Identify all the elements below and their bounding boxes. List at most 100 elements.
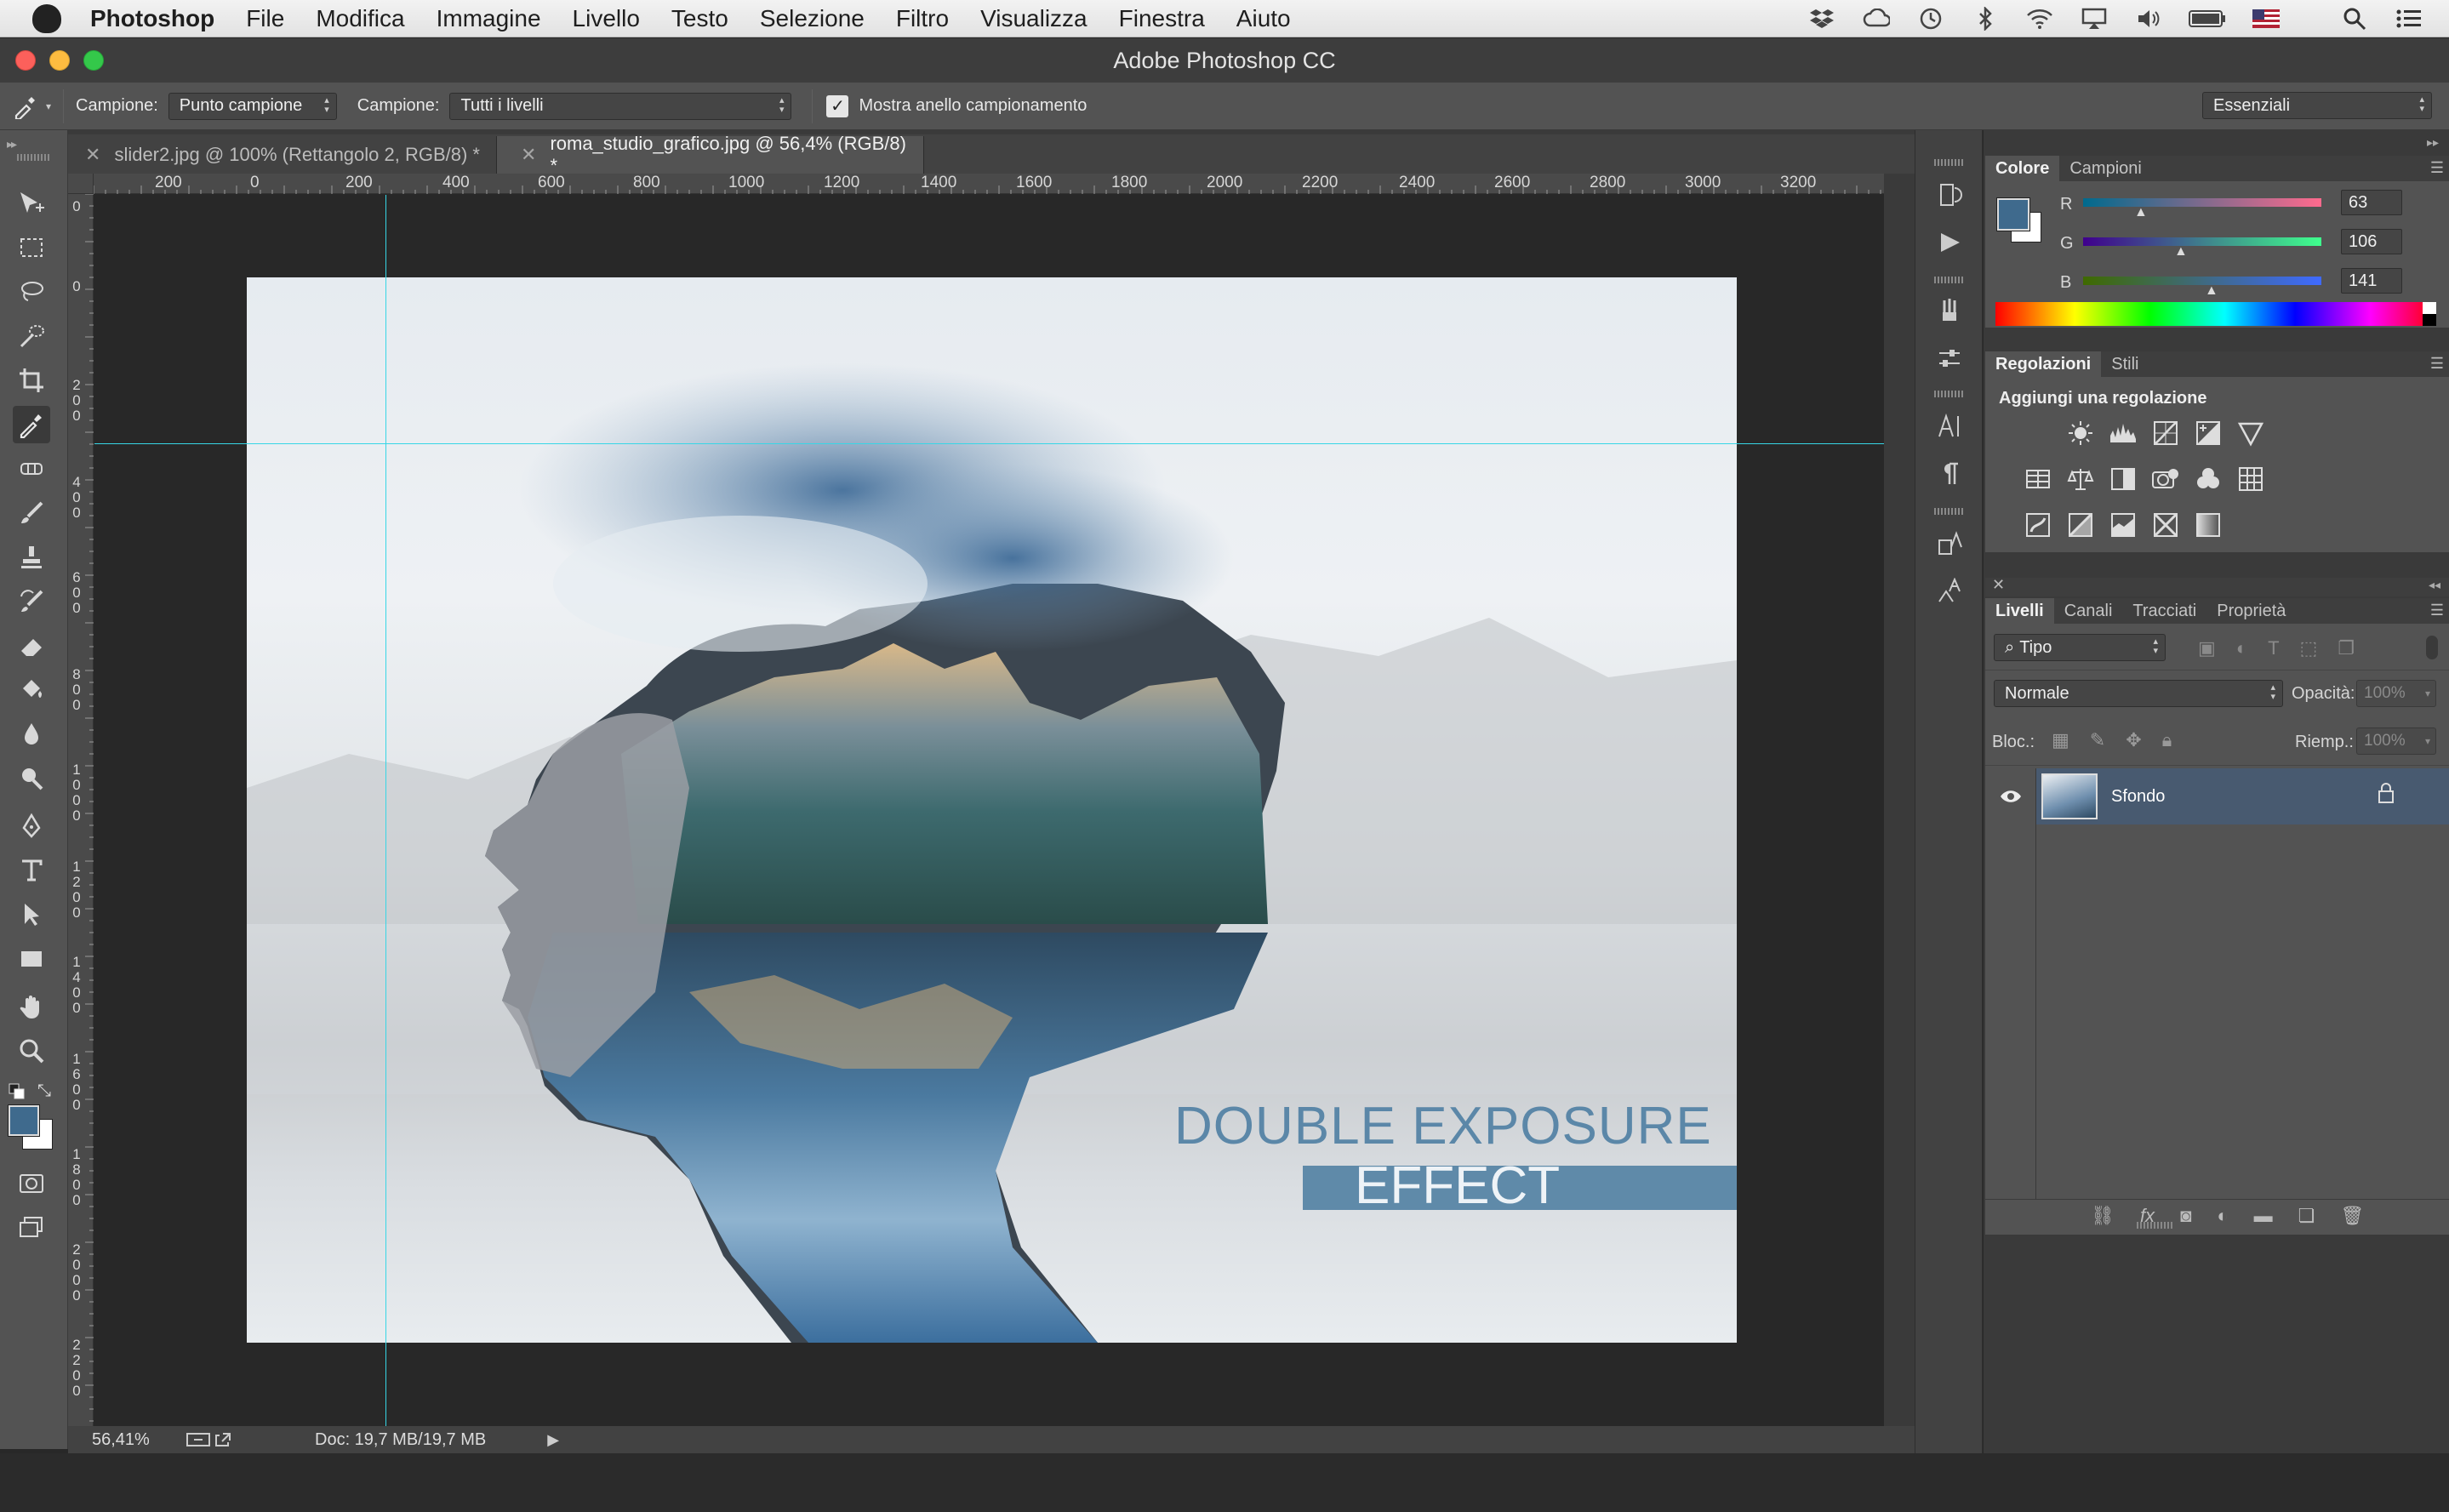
tab-regolazioni[interactable]: Regolazioni — [1985, 351, 2102, 377]
add-mask-icon[interactable]: ◙ — [2180, 1205, 2191, 1227]
move-tool-icon[interactable] — [13, 185, 50, 222]
channel-b-thumb-icon[interactable]: ▲ — [2205, 283, 2218, 299]
notification-center-icon[interactable] — [2395, 7, 2423, 31]
hue-saturation-icon[interactable] — [2021, 462, 2055, 496]
hand-tool-icon[interactable] — [13, 988, 50, 1025]
tab-colore[interactable]: Colore — [1985, 156, 2060, 181]
rectangle-tool-icon[interactable] — [13, 940, 50, 978]
history-panel-icon[interactable] — [1932, 178, 1967, 212]
photo-filter-icon[interactable] — [2149, 462, 2183, 496]
path-selection-tool-icon[interactable] — [13, 896, 50, 933]
horizontal-ruler[interactable]: 200 0 200 400 600 800 1000 1200 1400 160… — [94, 174, 1884, 194]
tool-presets-icon[interactable] — [1932, 294, 1967, 328]
apple-logo-icon[interactable] — [32, 3, 61, 33]
layer-visibility-eye-icon[interactable] — [1985, 768, 2036, 824]
icon-column-grip[interactable] — [1934, 277, 1965, 283]
channel-b-slider[interactable] — [2083, 277, 2321, 285]
swap-colors-icon[interactable]: ⤡ — [37, 1081, 51, 1101]
lock-image-icon[interactable]: ✎ — [2090, 729, 2105, 751]
vibrance-icon[interactable] — [2234, 416, 2268, 450]
channel-g-thumb-icon[interactable]: ▲ — [2174, 244, 2188, 260]
brush-presets-icon[interactable] — [1932, 341, 1967, 375]
rectangular-marquee-tool-icon[interactable] — [13, 229, 50, 266]
menu-selezione[interactable]: Selezione — [760, 5, 865, 32]
vertical-scrollbar[interactable] — [1884, 174, 1915, 1426]
channel-mixer-icon[interactable] — [2191, 462, 2225, 496]
foreground-color-swatch[interactable] — [8, 1104, 40, 1137]
collapse-panels-icon[interactable]: ▸▸ — [2427, 135, 2439, 150]
bluetooth-icon[interactable] — [1971, 7, 2000, 31]
curves-icon[interactable] — [2149, 416, 2183, 450]
close-panel-icon[interactable]: ✕ — [1992, 576, 2005, 594]
menu-finestra[interactable]: Finestra — [1119, 5, 1205, 32]
panel-menu-icon[interactable]: ☰ — [2430, 355, 2444, 373]
actions-panel-icon[interactable] — [1932, 225, 1967, 260]
input-source-flag-icon[interactable] — [2252, 7, 2281, 31]
layer-filter-select[interactable]: ⌕ Tipo — [1994, 634, 2166, 661]
collapse-tools-icon[interactable]: ▸▸ — [7, 137, 17, 151]
type-tool-icon[interactable] — [13, 852, 50, 889]
lock-all-icon[interactable]: 🔒︎ — [2162, 729, 2172, 751]
channel-b-value[interactable]: 141 — [2341, 268, 2402, 294]
quick-selection-tool-icon[interactable] — [13, 317, 50, 355]
menu-testo[interactable]: Testo — [671, 5, 728, 32]
tools-grip[interactable] — [17, 154, 51, 161]
layer-lock-icon[interactable] — [2377, 782, 2395, 804]
sample-layers-select[interactable]: Tutti i livelli — [449, 92, 792, 120]
invert-icon[interactable] — [2021, 508, 2055, 542]
dropbox-icon[interactable] — [1807, 7, 1836, 31]
blur-tool-icon[interactable] — [13, 716, 50, 753]
selective-color-icon[interactable] — [2149, 508, 2183, 542]
pen-tool-icon[interactable] — [13, 807, 50, 845]
airplay-icon[interactable] — [2080, 7, 2109, 31]
filter-smart-object-icon[interactable]: ❐ — [2338, 637, 2355, 659]
icon-column-grip[interactable] — [1934, 508, 1965, 515]
channel-g-slider[interactable] — [2083, 237, 2321, 246]
character-styles-icon[interactable] — [1932, 527, 1967, 561]
minimize-window-button[interactable] — [49, 50, 70, 71]
default-colors-icon[interactable] — [9, 1083, 26, 1100]
document-size[interactable]: Doc: 19,7 MB/19,7 MB — [315, 1430, 486, 1450]
blend-mode-select[interactable]: Normale — [1994, 680, 2283, 707]
show-ring-checkbox[interactable]: ✓ — [826, 94, 849, 117]
close-window-button[interactable] — [15, 50, 36, 71]
eraser-tool-icon[interactable] — [13, 627, 50, 665]
menu-livello[interactable]: Livello — [573, 5, 640, 32]
threshold-icon[interactable] — [2106, 508, 2140, 542]
tab-tracciati[interactable]: Tracciati — [2122, 598, 2206, 624]
vertical-guide[interactable] — [385, 195, 386, 1426]
gradient-map-icon[interactable] — [2191, 508, 2225, 542]
channel-r-slider[interactable] — [2083, 198, 2321, 207]
status-share-icon[interactable] — [186, 1430, 240, 1449]
eyedropper-preset-icon[interactable] — [9, 89, 43, 123]
layer-thumbnail[interactable] — [2041, 773, 2098, 819]
exposure-icon[interactable] — [2191, 416, 2225, 450]
filter-toggle-switch[interactable] — [2426, 636, 2438, 659]
lock-position-icon[interactable]: ✥ — [2126, 729, 2141, 751]
menu-immagine[interactable]: Immagine — [437, 5, 541, 32]
menu-visualizza[interactable]: Visualizza — [980, 5, 1087, 32]
panel-menu-icon[interactable]: ☰ — [2430, 159, 2444, 177]
paragraph-panel-icon[interactable] — [1932, 457, 1967, 491]
menu-app-name[interactable]: Photoshop — [90, 5, 214, 32]
volume-icon[interactable] — [2134, 7, 2163, 31]
new-adjustment-layer-icon[interactable]: ◐ — [2217, 1205, 2228, 1227]
new-layer-icon[interactable]: ❏ — [2298, 1205, 2315, 1227]
channel-r-thumb-icon[interactable]: ▲ — [2134, 205, 2148, 220]
posterize-icon[interactable] — [2064, 508, 2098, 542]
time-machine-icon[interactable] — [1916, 7, 1945, 31]
close-tab-icon[interactable]: ✕ — [521, 144, 536, 166]
wifi-icon[interactable] — [2025, 7, 2054, 31]
fill-field[interactable]: 100% ▾ — [2356, 727, 2436, 755]
panel-menu-icon[interactable]: ☰ — [2430, 602, 2444, 619]
spot-healing-brush-tool-icon[interactable] — [13, 450, 50, 488]
sample-size-select[interactable]: Punto campione — [168, 92, 337, 120]
new-group-icon[interactable]: ▬ — [2254, 1205, 2273, 1227]
layer-name[interactable]: Sfondo — [2111, 787, 2165, 807]
brush-tool-icon[interactable] — [13, 494, 50, 532]
preset-picker-arrow-icon[interactable]: ▾ — [46, 100, 51, 112]
tab-campioni[interactable]: Campioni — [2059, 156, 2151, 181]
channel-r-value[interactable]: 63 — [2341, 190, 2402, 215]
quick-mask-icon[interactable] — [13, 1165, 50, 1202]
canvas-subheadline[interactable]: EFFECT — [1355, 1155, 1560, 1216]
